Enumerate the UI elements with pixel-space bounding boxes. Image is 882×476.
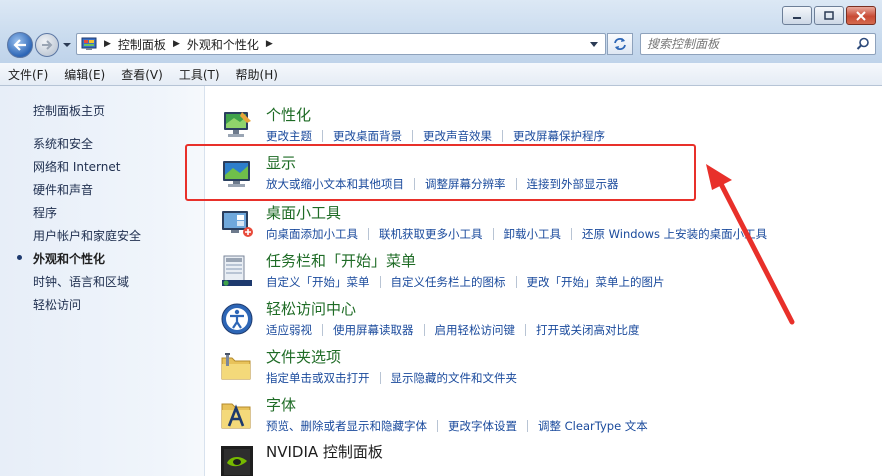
category-title-desktop-gadgets[interactable]: 桌面小工具: [266, 202, 341, 223]
link-change-screensaver[interactable]: 更改屏幕保护程序: [513, 128, 605, 144]
link-change-sound-effects[interactable]: 更改声音效果: [423, 128, 492, 144]
search-box[interactable]: [640, 33, 876, 55]
breadcrumb-separator[interactable]: ▶: [104, 39, 111, 49]
close-button[interactable]: [846, 6, 876, 25]
window-controls: [780, 6, 876, 25]
sidebar-item-control-panel-home[interactable]: 控制面板主页: [33, 102, 105, 119]
link-change-desktop-background[interactable]: 更改桌面背景: [333, 128, 402, 144]
folder-options-icon[interactable]: [220, 350, 254, 384]
sidebar: 控制面板主页 系统和安全 网络和 Internet 硬件和声音 程序 用户帐户和…: [0, 86, 205, 476]
link-accommodate-low-vision[interactable]: 适应弱视: [266, 322, 312, 338]
breadcrumb-control-panel[interactable]: 控制面板: [118, 36, 166, 53]
category-title-folder-options[interactable]: 文件夹选项: [266, 346, 341, 367]
link-change-theme[interactable]: 更改主题: [266, 128, 312, 144]
sidebar-item-system-security[interactable]: 系统和安全: [33, 135, 93, 152]
minimize-button[interactable]: [782, 6, 812, 25]
refresh-icon: [614, 38, 626, 50]
sidebar-item-network-internet[interactable]: 网络和 Internet: [33, 158, 120, 175]
link-show-hidden-files[interactable]: 显示隐藏的文件和文件夹: [391, 370, 518, 386]
category-title-fonts[interactable]: 字体: [266, 394, 296, 415]
menu-file[interactable]: 文件(F): [8, 66, 48, 83]
fonts-icon[interactable]: [220, 398, 254, 432]
maximize-button[interactable]: [814, 6, 844, 25]
search-input[interactable]: [647, 34, 847, 54]
maximize-icon: [824, 10, 834, 20]
link-add-gadgets[interactable]: 向桌面添加小工具: [266, 226, 358, 242]
menu-tools[interactable]: 工具(T): [179, 66, 220, 83]
link-divider: [368, 228, 369, 240]
forward-button[interactable]: [35, 33, 59, 57]
category-links-desktop-gadgets: 向桌面添加小工具 联机获取更多小工具 卸载小工具 还原 Windows 上安装的…: [266, 226, 767, 242]
link-turn-on-easy-access-keys[interactable]: 启用轻松访问键: [435, 322, 516, 338]
link-divider: [322, 130, 323, 142]
nvidia-icon[interactable]: [220, 445, 254, 476]
category-links-folder-options: 指定单击或双击打开 显示隐藏的文件和文件夹: [266, 370, 517, 386]
sidebar-item-ease-of-access[interactable]: 轻松访问: [33, 296, 81, 313]
recent-pages-dropdown-icon[interactable]: [62, 40, 72, 50]
link-adjust-cleartype[interactable]: 调整 ClearType 文本: [538, 418, 648, 434]
ease-of-access-icon[interactable]: [220, 302, 254, 336]
control-panel-icon: [81, 37, 97, 50]
link-divider: [423, 324, 425, 336]
active-bullet-icon: [17, 255, 22, 260]
menu-help[interactable]: 帮助(H): [236, 66, 278, 83]
link-divider: [571, 228, 572, 240]
link-use-screen-reader[interactable]: 使用屏幕读取器: [333, 322, 414, 338]
breadcrumb-appearance[interactable]: 外观和个性化: [187, 36, 259, 53]
minimize-icon: [793, 16, 801, 19]
back-arrow-icon: [13, 39, 26, 51]
link-divider: [379, 276, 381, 288]
link-change-font-settings[interactable]: 更改字体设置: [448, 418, 517, 434]
link-divider: [502, 130, 503, 142]
link-divider: [437, 420, 438, 432]
link-single-double-click[interactable]: 指定单击或双击打开: [266, 370, 370, 386]
category-title-nvidia[interactable]: NVIDIA 控制面板: [266, 441, 383, 462]
link-divider: [515, 276, 517, 288]
link-customize-start-menu[interactable]: 自定义「开始」菜单: [266, 274, 370, 290]
link-divider: [492, 228, 494, 240]
annotation-arrow-icon: [706, 164, 795, 325]
category-title-personalization[interactable]: 个性化: [266, 104, 311, 125]
category-links-ease-of-access-center: 适应弱视 使用屏幕读取器 启用轻松访问键 打开或关闭高对比度: [266, 322, 640, 338]
category-title-ease-of-access-center[interactable]: 轻松访问中心: [266, 298, 356, 319]
back-button[interactable]: [7, 32, 33, 58]
link-divider: [525, 324, 526, 336]
link-customize-taskbar-icons[interactable]: 自定义任务栏上的图标: [391, 274, 506, 290]
menu-edit[interactable]: 编辑(E): [64, 66, 105, 83]
link-divider: [412, 130, 413, 142]
forward-arrow-icon: [42, 40, 53, 50]
sidebar-item-user-accounts[interactable]: 用户帐户和家庭安全: [33, 227, 141, 244]
category-links-personalization: 更改主题 更改桌面背景 更改声音效果 更改屏幕保护程序: [266, 128, 605, 144]
link-divider: [527, 420, 528, 432]
category-links-taskbar-start-menu: 自定义「开始」菜单 自定义任务栏上的图标 更改「开始」菜单上的图片: [266, 274, 665, 290]
address-bar[interactable]: ▶ 控制面板 ▶ 外观和个性化 ▶: [76, 33, 606, 55]
close-icon: [856, 10, 866, 21]
highlight-box: [185, 144, 696, 201]
search-icon[interactable]: [856, 37, 870, 51]
sidebar-item-programs[interactable]: 程序: [33, 204, 57, 221]
link-divider: [322, 324, 323, 336]
taskbar-icon[interactable]: [220, 254, 254, 288]
category-title-taskbar-start-menu[interactable]: 任务栏和「开始」菜单: [266, 250, 416, 271]
sidebar-item-hardware-sound[interactable]: 硬件和声音: [33, 181, 93, 198]
personalization-icon[interactable]: [220, 108, 254, 142]
address-dropdown-icon[interactable]: [589, 41, 599, 49]
link-preview-delete-fonts[interactable]: 预览、删除或者显示和隐藏字体: [266, 418, 427, 434]
menu-view[interactable]: 查看(V): [121, 66, 163, 83]
link-change-start-menu-picture[interactable]: 更改「开始」菜单上的图片: [527, 274, 665, 290]
link-toggle-high-contrast[interactable]: 打开或关闭高对比度: [536, 322, 640, 338]
gadgets-icon[interactable]: [220, 206, 254, 240]
menu-bar: 文件(F) 编辑(E) 查看(V) 工具(T) 帮助(H): [0, 63, 882, 86]
title-bar: ▶ 控制面板 ▶ 外观和个性化 ▶: [0, 0, 882, 63]
link-uninstall-gadget[interactable]: 卸载小工具: [504, 226, 562, 242]
sidebar-item-clock-language-region[interactable]: 时钟、语言和区域: [33, 273, 129, 290]
link-get-more-gadgets-online[interactable]: 联机获取更多小工具: [379, 226, 483, 242]
category-links-fonts: 预览、删除或者显示和隐藏字体 更改字体设置 调整 ClearType 文本: [266, 418, 648, 434]
link-divider: [379, 372, 381, 384]
breadcrumb-separator[interactable]: ▶: [266, 39, 273, 49]
sidebar-item-appearance[interactable]: 外观和个性化: [33, 250, 105, 267]
refresh-button[interactable]: [607, 33, 633, 55]
breadcrumb-separator[interactable]: ▶: [173, 39, 180, 49]
